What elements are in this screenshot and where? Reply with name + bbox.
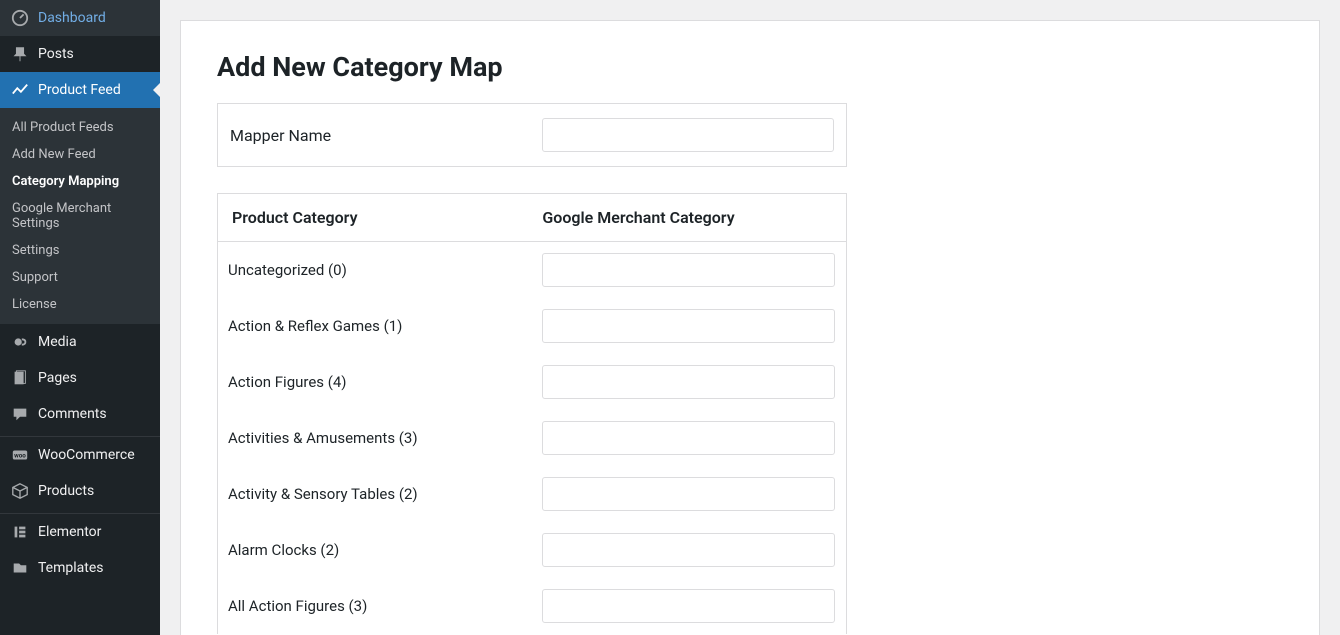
page-box: Add New Category Map Mapper Name Product… [180, 20, 1320, 635]
submenu-item-support[interactable]: Support [0, 264, 160, 291]
sidebar-item-label: Dashboard [38, 10, 106, 26]
sidebar-item-templates[interactable]: Templates [0, 550, 160, 586]
sidebar-item-dashboard[interactable]: Dashboard [0, 0, 160, 36]
page-icon [10, 368, 30, 388]
mapper-name-label: Mapper Name [230, 126, 542, 145]
dashboard-icon [10, 8, 30, 28]
google-category-input[interactable] [542, 253, 835, 287]
box-icon [10, 481, 30, 501]
submenu-item-license[interactable]: License [0, 291, 160, 318]
category-table: Product Category Google Merchant Categor… [217, 193, 847, 634]
comment-icon [10, 404, 30, 424]
table-row: All Action Figures (3) [218, 578, 846, 634]
sidebar-item-label: Templates [38, 560, 104, 576]
category-label: Action Figures (4) [228, 373, 542, 391]
sidebar-item-label: Product Feed [38, 82, 121, 98]
google-category-input[interactable] [542, 533, 835, 567]
table-row: Activities & Amusements (3) [218, 410, 846, 466]
sidebar-item-pages[interactable]: Pages [0, 360, 160, 396]
chart-icon [10, 80, 30, 100]
table-row: Uncategorized (0) [218, 242, 846, 298]
sidebar-item-label: Pages [38, 370, 77, 386]
category-label: Action & Reflex Games (1) [228, 317, 542, 335]
submenu-product-feed: All Product FeedsAdd New FeedCategory Ma… [0, 108, 160, 324]
submenu-item-category-mapping[interactable]: Category Mapping [0, 168, 160, 195]
submenu-item-settings[interactable]: Settings [0, 237, 160, 264]
sidebar-item-label: Products [38, 483, 94, 499]
google-category-input[interactable] [542, 477, 835, 511]
submenu-item-google-merchant-settings[interactable]: Google Merchant Settings [0, 195, 160, 237]
sidebar-item-label: Media [38, 334, 77, 350]
sidebar-item-label: Comments [38, 406, 107, 422]
google-category-input[interactable] [542, 589, 835, 623]
google-category-input[interactable] [542, 309, 835, 343]
admin-sidebar: Dashboard Posts Product Feed All Product Fe… [0, 0, 160, 635]
table-header: Product Category Google Merchant Categor… [218, 194, 846, 242]
woo-icon: woo [10, 445, 30, 465]
elementor-icon [10, 522, 30, 542]
media-icon [10, 332, 30, 352]
header-product-category: Product Category [232, 208, 542, 227]
table-row: Alarm Clocks (2) [218, 522, 846, 578]
submenu-item-add-new-feed[interactable]: Add New Feed [0, 141, 160, 168]
sidebar-item-woocommerce[interactable]: woo WooCommerce [0, 437, 160, 473]
sidebar-item-label: Elementor [38, 524, 101, 540]
pin-icon [10, 44, 30, 64]
sidebar-item-elementor[interactable]: Elementor [0, 514, 160, 550]
google-category-input[interactable] [542, 421, 835, 455]
sidebar-item-media[interactable]: Media [0, 324, 160, 360]
page-title: Add New Category Map [217, 51, 1283, 83]
submenu-item-all-product-feeds[interactable]: All Product Feeds [0, 114, 160, 141]
header-google-category: Google Merchant Category [542, 208, 832, 227]
table-row: Activity & Sensory Tables (2) [218, 466, 846, 522]
templates-icon [10, 558, 30, 578]
mapper-name-row: Mapper Name [217, 103, 847, 167]
sidebar-item-comments[interactable]: Comments [0, 396, 160, 432]
sidebar-item-products[interactable]: Products [0, 473, 160, 509]
category-label: Uncategorized (0) [228, 261, 542, 279]
mapper-name-input[interactable] [542, 118, 834, 152]
category-label: Activities & Amusements (3) [228, 429, 542, 447]
table-row: Action Figures (4) [218, 354, 846, 410]
category-label: All Action Figures (3) [228, 597, 542, 615]
category-label: Alarm Clocks (2) [228, 541, 542, 559]
sidebar-item-label: Posts [38, 46, 74, 62]
sidebar-item-label: WooCommerce [38, 447, 135, 463]
category-label: Activity & Sensory Tables (2) [228, 485, 542, 503]
sidebar-item-product-feed[interactable]: Product Feed [0, 72, 160, 108]
content-area: Add New Category Map Mapper Name Product… [160, 0, 1340, 635]
svg-text:woo: woo [14, 452, 26, 460]
table-row: Action & Reflex Games (1) [218, 298, 846, 354]
sidebar-item-posts[interactable]: Posts [0, 36, 160, 72]
google-category-input[interactable] [542, 365, 835, 399]
